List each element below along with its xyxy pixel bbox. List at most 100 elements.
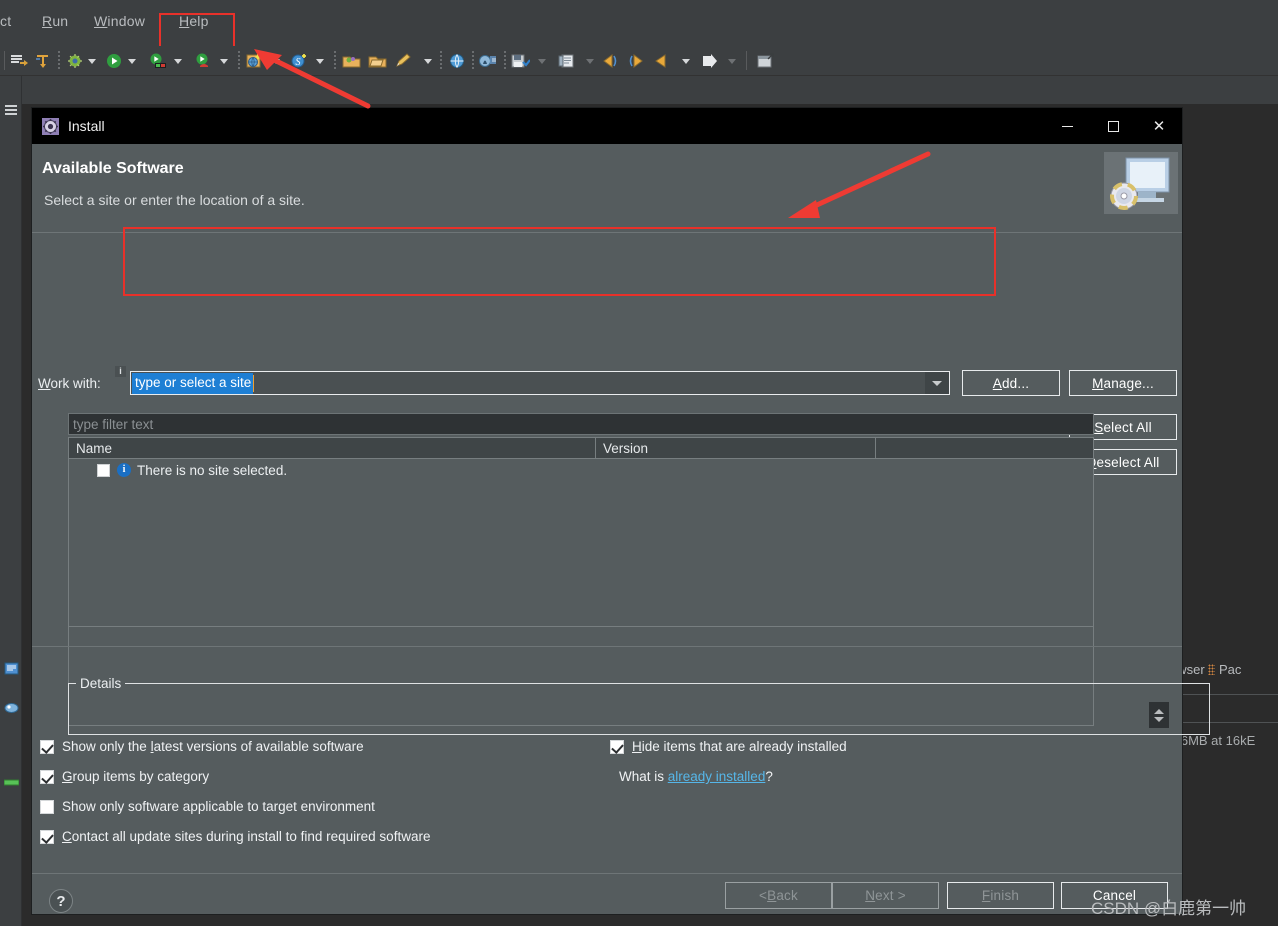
body-divider	[32, 646, 1182, 647]
maximize-button[interactable]	[1090, 108, 1136, 144]
right-panel-tabs[interactable]: owser Pac	[1170, 662, 1278, 684]
open-task-icon[interactable]	[342, 53, 362, 69]
save-dropdown-caret[interactable]	[538, 59, 546, 64]
option-hide-installed[interactable]: Hide items that are already installed	[610, 739, 847, 754]
next-annotation-icon[interactable]	[700, 53, 720, 69]
chevron-down-icon	[932, 380, 942, 386]
properties-dropdown-caret[interactable]	[586, 59, 594, 64]
search-icon[interactable]: S	[290, 53, 310, 69]
manage-button[interactable]: Manage...	[1069, 370, 1177, 396]
help-question-icon[interactable]: ?	[49, 889, 73, 913]
run-dropdown-caret-2[interactable]	[174, 59, 182, 64]
option-label: Group items by category	[62, 769, 209, 784]
properties-icon[interactable]	[558, 53, 578, 69]
work-with-info-marker: i	[115, 366, 126, 377]
new-java-class-icon[interactable]	[34, 53, 52, 69]
finish-mnemonic: F	[981, 888, 991, 903]
right-panel-status-text: .96MB at 16kE	[1170, 733, 1256, 748]
already-installed-link[interactable]: already installed	[668, 769, 766, 784]
work-with-value: type or select a site	[132, 372, 254, 394]
back-icon[interactable]	[602, 53, 622, 69]
up-down-spinner-icon[interactable]	[1149, 702, 1169, 728]
dialog-titlebar[interactable]: Install ✕	[32, 108, 1182, 144]
menu-item-window[interactable]: Window	[90, 11, 149, 31]
work-with-dropdown-button[interactable]	[925, 372, 949, 394]
rail-menu-icon[interactable]	[4, 104, 19, 117]
add-button[interactable]: Add...	[962, 370, 1060, 396]
spinner-down-arrow[interactable]	[1154, 716, 1164, 722]
minimize-button[interactable]	[1044, 108, 1090, 144]
new-web-project-icon[interactable]	[245, 53, 265, 69]
debug-dropdown-caret[interactable]	[88, 59, 96, 64]
toolbar-divider	[4, 51, 5, 70]
add-label: dd...	[1001, 375, 1030, 391]
globe-icon[interactable]	[448, 53, 468, 69]
open-folder-icon[interactable]	[368, 53, 388, 69]
spinner-up-arrow[interactable]	[1154, 708, 1164, 714]
finish-button[interactable]: Finish	[947, 882, 1054, 909]
menu-item-run[interactable]: Run	[38, 11, 72, 31]
menu-item-project[interactable]: ct	[0, 11, 15, 31]
info-icon: i	[117, 463, 131, 477]
dialog-footer: ? < Back Next > Finish Cancel	[32, 882, 1182, 914]
toolbar-separator	[238, 51, 240, 70]
new-dropdown-caret[interactable]	[272, 59, 280, 64]
deselect-all-label: eselect All	[1096, 454, 1160, 470]
prev-dropdown-caret[interactable]	[682, 59, 690, 64]
next-label: ext >	[875, 888, 906, 903]
row-checkbox[interactable]	[97, 463, 110, 477]
option-mnemonic: C	[62, 829, 72, 844]
column-header-name[interactable]: Name	[69, 438, 595, 458]
search-dropdown-caret[interactable]	[316, 59, 324, 64]
menu-label: ct	[0, 13, 12, 29]
checkbox[interactable]	[40, 739, 54, 754]
checkbox[interactable]	[40, 829, 54, 844]
back-label: ack	[776, 888, 798, 903]
run-icon[interactable]	[105, 53, 123, 69]
rail-progress-icon[interactable]	[4, 776, 19, 789]
next-dropdown-caret[interactable]	[728, 59, 736, 64]
install-gear-icon	[42, 117, 59, 135]
back-button[interactable]: < Back	[725, 882, 832, 909]
coverage-dropdown-caret[interactable]	[220, 59, 228, 64]
run-configurations-icon[interactable]	[148, 53, 168, 69]
toolbar-separator	[472, 51, 474, 70]
pencil-icon[interactable]	[394, 53, 414, 69]
option-group-by-category[interactable]: Group items by category	[40, 769, 209, 784]
select-all-label: elect All	[1103, 419, 1152, 435]
new-window-icon[interactable]	[756, 53, 776, 69]
checkbox[interactable]	[610, 739, 624, 754]
option-applicable-target[interactable]: Show only software applicable to target …	[40, 799, 375, 814]
work-with-combo[interactable]: type or select a site	[130, 371, 950, 395]
menu-mnemonic: R	[42, 13, 53, 29]
toolbar-separator	[334, 51, 336, 70]
option-label: Hide items that are already installed	[632, 739, 847, 754]
next-button[interactable]: Next >	[832, 882, 939, 909]
rail-console-icon[interactable]	[4, 662, 19, 675]
profile-icon[interactable]	[478, 53, 498, 69]
prev-annotation-icon[interactable]	[654, 53, 674, 69]
dialog-header: Available Software Select a site or ente…	[32, 144, 1182, 232]
checkbox[interactable]	[40, 799, 54, 814]
save-icon[interactable]	[510, 53, 530, 69]
close-button[interactable]: ✕	[1136, 108, 1182, 144]
option-show-latest[interactable]: Show only the latest versions of availab…	[40, 739, 364, 754]
csdn-watermark: CSDN @白鹿第一帅	[1091, 899, 1247, 918]
rail-servers-icon[interactable]	[4, 701, 19, 714]
coverage-icon[interactable]	[194, 53, 214, 69]
debug-icon[interactable]	[66, 53, 84, 69]
column-header-extra[interactable]	[875, 438, 1093, 458]
table-row[interactable]: i There is no site selected.	[69, 459, 1093, 481]
minimize-icon	[1061, 125, 1073, 127]
skip-all-breakpoints-icon[interactable]	[10, 53, 28, 69]
run-dropdown-caret[interactable]	[128, 59, 136, 64]
option-suffix: roup items by category	[72, 769, 210, 784]
checkbox[interactable]	[40, 769, 54, 784]
forward-icon[interactable]	[626, 53, 646, 69]
column-header-version[interactable]: Version	[595, 438, 875, 458]
ide-tab-strip	[22, 76, 1278, 104]
manage-label: anage...	[1103, 375, 1154, 391]
pencil-dropdown-caret[interactable]	[424, 59, 432, 64]
option-contact-all-sites[interactable]: Contact all update sites during install …	[40, 829, 430, 844]
filter-input[interactable]: type filter text	[68, 413, 1094, 435]
